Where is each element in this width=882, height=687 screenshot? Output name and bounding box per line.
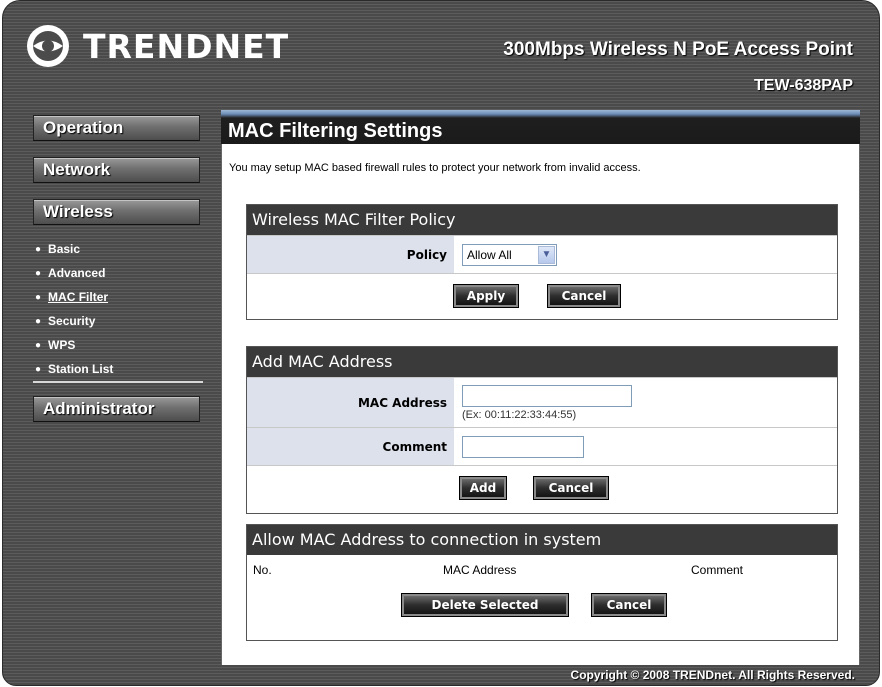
- submenu-divider: [33, 381, 203, 383]
- allow-list-heading: Allow MAC Address to connection in syste…: [247, 525, 837, 555]
- column-header-mac-address: MAC Address: [443, 563, 517, 577]
- nav-administrator[interactable]: Administrator: [33, 396, 200, 422]
- policy-row: Policy Allow All ▼: [247, 235, 837, 273]
- list-cancel-button[interactable]: Cancel: [591, 593, 667, 617]
- bullet-icon: ●: [35, 243, 42, 255]
- comment-row: Comment: [247, 427, 837, 465]
- policy-value-cell: Allow All ▼: [454, 236, 837, 273]
- add-cancel-button[interactable]: Cancel: [533, 475, 609, 500]
- submenu-item-wps[interactable]: ● WPS: [35, 333, 113, 357]
- policy-section-heading: Wireless MAC Filter Policy: [247, 205, 837, 235]
- model-number: TEW-638PAP: [754, 77, 853, 94]
- column-header-no: No.: [253, 563, 272, 577]
- policy-label: Policy: [247, 236, 454, 273]
- wireless-submenu: ● Basic ● Advanced ● MAC Filter ● Security ●…: [35, 237, 113, 381]
- policy-select[interactable]: Allow All ▼: [462, 243, 557, 266]
- mac-address-row: MAC Address (Ex: 00:11:22:33:44:55): [247, 377, 837, 427]
- product-title: 300Mbps Wireless N PoE Access Point: [503, 39, 853, 60]
- intro-text: You may setup MAC based firewall rules t…: [229, 162, 641, 174]
- mac-address-hint: (Ex: 00:11:22:33:44:55): [462, 408, 577, 421]
- submenu-item-station-list[interactable]: ● Station List: [35, 357, 113, 381]
- submenu-item-security[interactable]: ● Security: [35, 309, 113, 333]
- list-button-row: Delete Selected Cancel: [247, 585, 837, 625]
- mac-address-input[interactable]: [462, 384, 632, 407]
- app-frame: TRENDNET 300Mbps Wireless N PoE Access P…: [2, 0, 880, 686]
- add-mac-section: Add MAC Address MAC Address (Ex: 00:11:2…: [246, 346, 838, 514]
- brand-name: TRENDNET: [83, 26, 290, 66]
- comment-cell: [454, 428, 837, 465]
- submenu-item-mac-filter[interactable]: ● MAC Filter: [35, 285, 113, 309]
- policy-button-row: Apply Cancel: [247, 273, 837, 317]
- policy-cancel-button[interactable]: Cancel: [547, 283, 621, 308]
- nav-wireless[interactable]: Wireless: [33, 199, 200, 225]
- add-button[interactable]: Add: [459, 475, 507, 500]
- bullet-icon: ●: [35, 339, 42, 351]
- page-header: MAC Filtering Settings: [221, 110, 860, 144]
- delete-selected-button[interactable]: Delete Selected: [401, 593, 569, 617]
- comment-input[interactable]: [462, 435, 584, 458]
- trendnet-logo-icon: [27, 25, 69, 67]
- submenu-item-basic[interactable]: ● Basic: [35, 237, 113, 261]
- nav-network[interactable]: Network: [33, 157, 200, 183]
- allow-list-columns: No. MAC Address Comment: [247, 555, 837, 585]
- main-content: You may setup MAC based firewall rules t…: [221, 144, 860, 665]
- comment-label: Comment: [247, 428, 454, 465]
- nav-operation[interactable]: Operation: [33, 115, 200, 141]
- mac-address-cell: (Ex: 00:11:22:33:44:55): [454, 378, 837, 427]
- add-mac-heading: Add MAC Address: [247, 347, 837, 377]
- add-button-row: Add Cancel: [247, 465, 837, 509]
- bullet-icon: ●: [35, 315, 42, 327]
- allow-list-section: Allow MAC Address to connection in syste…: [246, 524, 838, 641]
- chevron-down-icon[interactable]: ▼: [538, 245, 555, 264]
- bullet-icon: ●: [35, 363, 42, 375]
- bullet-icon: ●: [35, 291, 42, 303]
- page-title: MAC Filtering Settings: [228, 120, 443, 142]
- bullet-icon: ●: [35, 267, 42, 279]
- apply-button[interactable]: Apply: [453, 283, 519, 308]
- logo: TRENDNET: [25, 23, 289, 69]
- policy-section: Wireless MAC Filter Policy Policy Allow …: [246, 204, 838, 320]
- mac-address-label: MAC Address: [247, 378, 454, 427]
- policy-selected-value: Allow All: [467, 247, 512, 262]
- column-header-comment: Comment: [691, 563, 744, 577]
- submenu-item-advanced[interactable]: ● Advanced: [35, 261, 113, 285]
- copyright-text: Copyright © 2008 TRENDnet. All Rights Re…: [570, 668, 855, 682]
